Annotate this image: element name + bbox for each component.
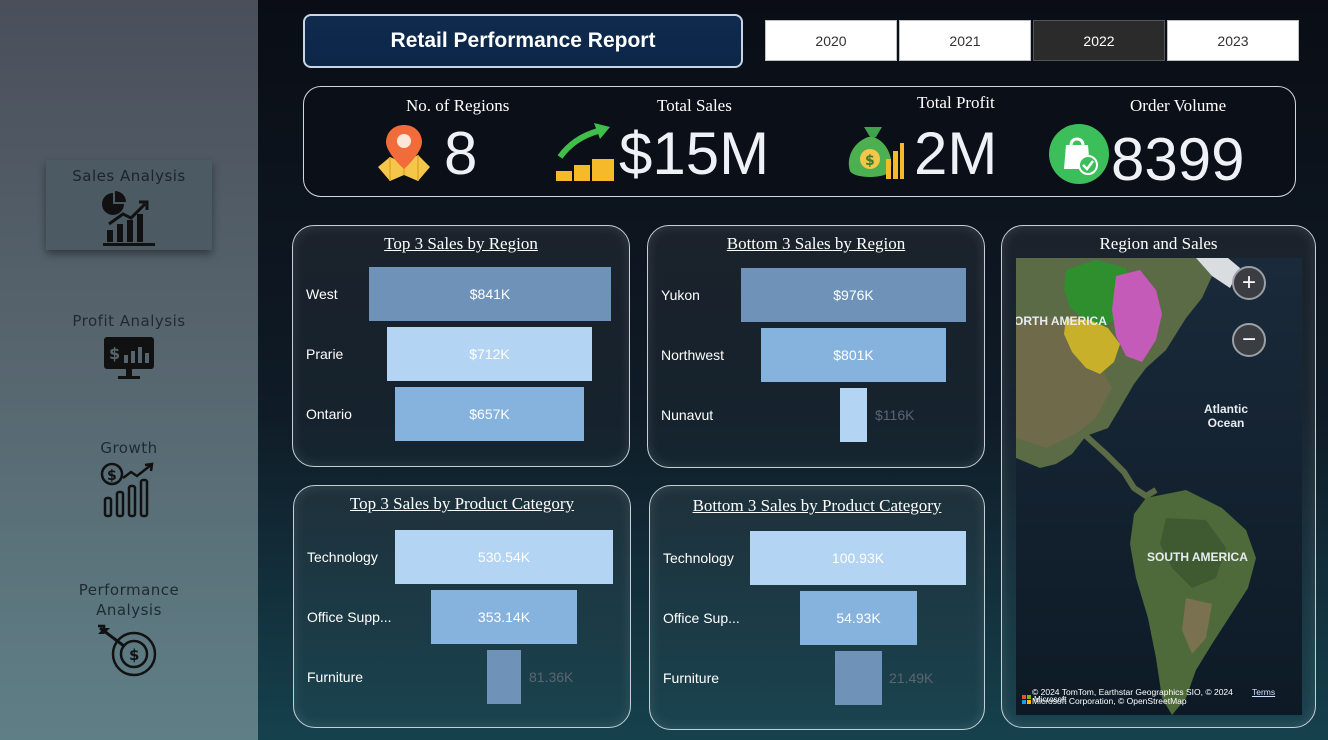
- money-bag-icon: $: [848, 127, 904, 179]
- year-2023-button[interactable]: 2023: [1167, 20, 1299, 61]
- bottom-category-label-2: Furniture: [663, 670, 720, 686]
- map-label-north-america: ORTH AMERICA: [1016, 314, 1107, 328]
- bottom-region-bar-1[interactable]: $801K: [761, 328, 946, 382]
- sales-chart-icon: [102, 191, 155, 246]
- growth-chart-icon: $: [100, 462, 154, 518]
- top-region-bar-2[interactable]: $657K: [395, 387, 584, 441]
- top-category-value-2: 81.36K: [529, 669, 574, 685]
- nav-sales-analysis[interactable]: Sales Analysis: [46, 160, 212, 250]
- top-region-title: Top 3 Sales by Region: [384, 234, 538, 253]
- top-category-title: Top 3 Sales by Product Category: [349, 494, 575, 513]
- bottom-region-title: Bottom 3 Sales by Region: [726, 234, 906, 253]
- map-pin-icon: [378, 125, 430, 181]
- kpi-sales: Total Sales $15M: [554, 87, 794, 198]
- region-map[interactable]: ORTH AMERICA Atlantic Ocean SOUTH AMERIC…: [1016, 258, 1302, 715]
- bottom-category-bar-2[interactable]: [835, 651, 882, 705]
- svg-text:$: $: [107, 468, 117, 484]
- nav-profit-analysis-label: Profit Analysis: [72, 312, 186, 330]
- bottom-region-bar-2[interactable]: [840, 388, 867, 442]
- svg-text:$: $: [865, 153, 875, 169]
- year-2022-button[interactable]: 2022: [1033, 20, 1165, 61]
- bottom-category-label-0: Technology: [663, 550, 734, 566]
- bottom-region-label-1: Northwest: [661, 347, 725, 363]
- svg-text:$: $: [129, 646, 140, 664]
- year-2020-button[interactable]: 2020: [765, 20, 897, 61]
- bottom-region-label-0: Yukon: [661, 287, 700, 303]
- top-category-bar-0[interactable]: 530.54K: [395, 530, 613, 584]
- kpi-sales-label: Total Sales: [657, 96, 732, 115]
- map-card: Region and Sales ORTH AMERICA Atlantic O…: [1001, 225, 1316, 728]
- top-category-bar-2[interactable]: [487, 650, 521, 704]
- map-title: Region and Sales: [1099, 234, 1218, 253]
- top-category-bar-1[interactable]: 353.14K: [431, 590, 577, 644]
- bottom-category-card: Bottom 3 Sales by Product Category Techn…: [649, 485, 985, 730]
- nav-growth-label: Growth: [100, 439, 158, 457]
- zoom-out-button[interactable]: −: [1232, 323, 1266, 357]
- top-category-label-0: Technology: [307, 549, 378, 565]
- top-category-card: Top 3 Sales by Product Category Technolo…: [293, 485, 631, 728]
- target-dollar-icon: $: [98, 624, 157, 677]
- top-category-label-2: Furniture: [307, 669, 364, 685]
- kpi-panel: No. of Regions 8 Total Sales $15M Total …: [303, 86, 1296, 197]
- svg-text:$: $: [109, 344, 121, 363]
- microsoft-logo-icon: [1022, 695, 1031, 704]
- sidebar: Sales Analysis Profit Analysis $ Growth …: [0, 0, 258, 740]
- bottom-category-value-2: 21.49K: [889, 670, 934, 686]
- top-region-label-0: West: [306, 286, 338, 302]
- map-label-atlantic: Atlantic Ocean: [1203, 402, 1248, 430]
- bottom-region-label-2: Nunavut: [661, 407, 714, 423]
- kpi-orders-label: Order Volume: [1130, 96, 1227, 115]
- bottom-region-card: Bottom 3 Sales by Region Yukon $976K Nor…: [647, 225, 985, 468]
- year-2021-button[interactable]: 2021: [899, 20, 1031, 61]
- sales-growth-icon: [556, 123, 614, 181]
- nav-profit-analysis[interactable]: Profit Analysis $: [46, 305, 212, 385]
- kpi-regions-label: No. of Regions: [406, 96, 510, 115]
- nav-growth[interactable]: Growth $: [46, 432, 212, 522]
- top-region-label-2: Ontario: [306, 406, 352, 422]
- top-region-label-1: Prarie: [306, 346, 344, 362]
- map-label-south-america: SOUTH AMERICA: [1147, 550, 1248, 564]
- map-attribution: © 2024 TomTom, Earthstar Geographics SIO…: [1032, 687, 1233, 706]
- kpi-regions-value: 8: [444, 120, 478, 187]
- kpi-profit-label: Total Profit: [917, 93, 995, 112]
- bottom-region-value-2: $116K: [875, 407, 915, 423]
- bottom-region-bar-0[interactable]: $976K: [741, 268, 966, 322]
- top-region-card: Top 3 Sales by Region West $841K Prarie …: [292, 225, 630, 467]
- kpi-orders: Order Volume 8399: [1048, 87, 1293, 198]
- year-slicer: 2020 2021 2022 2023: [765, 20, 1299, 61]
- bottom-category-title: Bottom 3 Sales by Product Category: [692, 496, 942, 515]
- kpi-sales-value: $15M: [619, 120, 770, 187]
- top-region-bar-0[interactable]: $841K: [369, 267, 611, 321]
- shopping-bag-check-icon: [1049, 124, 1109, 184]
- kpi-profit: Total Profit $ 2M: [842, 87, 1042, 198]
- nav-performance-analysis-label: Performance Analysis: [78, 581, 180, 619]
- bottom-category-label-1: Office Sup...: [663, 610, 740, 626]
- map-terms-link[interactable]: Terms: [1252, 688, 1275, 697]
- nav-performance-analysis[interactable]: Performance Analysis $: [46, 574, 212, 684]
- top-category-label-1: Office Supp...: [307, 609, 392, 625]
- top-region-bar-1[interactable]: $712K: [387, 327, 592, 381]
- zoom-in-button[interactable]: +: [1232, 266, 1266, 300]
- nav-sales-analysis-label: Sales Analysis: [72, 167, 186, 185]
- report-title: Retail Performance Report: [303, 14, 743, 68]
- kpi-orders-value: 8399: [1111, 126, 1245, 193]
- bottom-category-bar-0[interactable]: 100.93K: [750, 531, 966, 585]
- kpi-profit-value: 2M: [914, 120, 998, 187]
- bottom-category-bar-1[interactable]: 54.93K: [800, 591, 917, 645]
- profit-monitor-icon: $: [104, 337, 154, 379]
